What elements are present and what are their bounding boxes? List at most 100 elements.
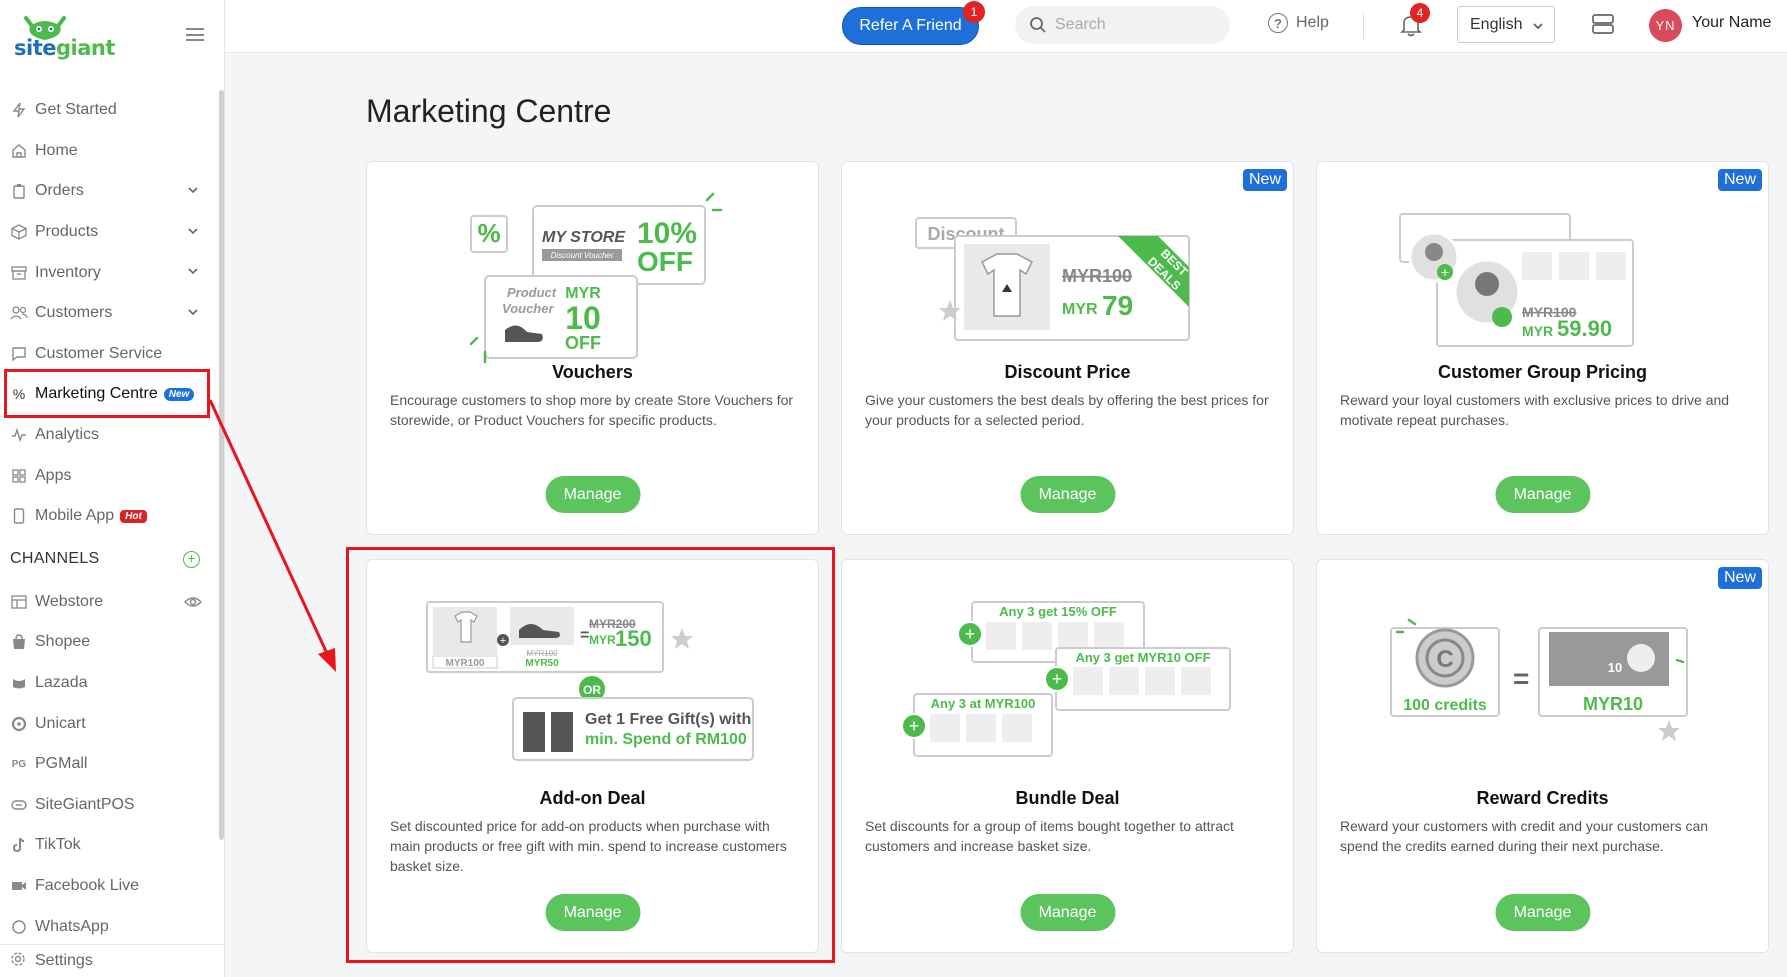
reward-credits-illustration: C 100 credits = 10 MYR10 xyxy=(1390,618,1688,741)
sidebar-item-products[interactable]: Products xyxy=(0,212,220,253)
help-icon: ? xyxy=(1268,13,1288,33)
card-title: Customer Group Pricing xyxy=(1437,362,1648,382)
channel-item-sitegiantpos[interactable]: SiteGiantPOS xyxy=(0,785,220,826)
avatar[interactable]: YN xyxy=(1649,9,1682,42)
customer-group-pricing-manage-button[interactable]: Manage xyxy=(1495,476,1590,513)
channel-item-pgmall[interactable]: PG PGMall xyxy=(0,744,220,785)
channel-item-webstore[interactable]: Webstore xyxy=(0,582,220,623)
sidebar-item-label: Customers xyxy=(35,304,113,322)
channel-item-whatsapp[interactable]: WhatsApp xyxy=(0,906,220,947)
svg-text:C: C xyxy=(1436,646,1453,673)
channel-item-label: Shopee xyxy=(35,633,91,651)
shopee-icon xyxy=(10,633,28,651)
users-icon xyxy=(10,304,28,322)
add-on-deal-manage-button[interactable]: Manage xyxy=(545,894,640,931)
svg-text:+: + xyxy=(909,716,920,736)
chevron-down-icon[interactable] xyxy=(187,265,199,277)
card-title: Vouchers xyxy=(552,362,633,382)
lazada-icon xyxy=(10,674,28,692)
svg-text:%: % xyxy=(477,218,500,248)
channel-item-label: Facebook Live xyxy=(35,876,140,894)
bolt-icon xyxy=(10,101,28,119)
addon-p1: MYR100 xyxy=(446,658,485,669)
vouchers-illustration: % MY STORE Discount Voucher 10% OFF Prod… xyxy=(469,192,723,364)
channel-item-lazada[interactable]: Lazada xyxy=(0,663,220,704)
sidebar-item-settings[interactable]: Settings xyxy=(0,944,224,977)
addon-total-new: 150 xyxy=(615,626,652,651)
box-icon xyxy=(10,223,28,241)
sidebar-item-customers[interactable]: Customers xyxy=(0,293,220,334)
menu-toggle-icon[interactable] xyxy=(186,28,204,41)
sidebar-item-home[interactable]: Home xyxy=(0,131,220,172)
notification-count-badge: 4 xyxy=(1410,3,1430,23)
tiktok-icon xyxy=(10,836,28,854)
bundle-deal-manage-button[interactable]: Manage xyxy=(1020,894,1115,931)
search-icon xyxy=(1030,17,1046,33)
clipboard-icon xyxy=(10,182,28,200)
unicart-icon xyxy=(10,715,28,733)
home-icon xyxy=(10,142,28,160)
card-bundle-deal: Any 3 get 15% OFF + Any 3 get MYR10 OFF … xyxy=(841,559,1294,953)
card-vouchers: % MY STORE Discount Voucher 10% OFF Prod… xyxy=(366,161,819,535)
refer-a-friend-button[interactable]: Refer A Friend xyxy=(842,7,979,45)
server-icon[interactable] xyxy=(1592,13,1614,35)
svg-text:+: + xyxy=(500,635,506,647)
sidebar-scrollbar[interactable] xyxy=(219,90,224,840)
language-select[interactable]: English xyxy=(1457,6,1555,43)
user-name[interactable]: Your Name xyxy=(1692,14,1771,32)
search-box xyxy=(1015,6,1230,44)
help-button[interactable]: ? Help xyxy=(1268,13,1329,33)
chevron-down-icon[interactable] xyxy=(187,184,199,196)
product-voucher-amount: 10 xyxy=(565,300,601,336)
channel-item-unicart[interactable]: Unicart xyxy=(0,703,220,744)
sidebar-item-apps[interactable]: Apps xyxy=(0,455,220,496)
add-on-deal-illustration: MYR100 + MYR100 MYR50 = MYR200 MYR 150 O… xyxy=(426,601,754,761)
reward-credits-manage-button[interactable]: Manage xyxy=(1495,894,1590,931)
voucher-off: OFF xyxy=(637,246,693,277)
eye-icon[interactable] xyxy=(184,595,202,609)
card-reward-credits: New C 100 credits = 10 MYR10 Reward Cred… xyxy=(1316,559,1769,953)
sidebar-item-inventory[interactable]: Inventory xyxy=(0,252,220,293)
sidebar-item-customer-service[interactable]: Customer Service xyxy=(0,334,220,375)
card-description: Give your customers the best deals by of… xyxy=(865,392,1269,428)
add-channel-icon[interactable]: + xyxy=(183,550,200,568)
sidebar-item-marketing-centre[interactable]: % Marketing Centre New xyxy=(0,374,220,415)
bundle-deal-illustration: Any 3 get 15% OFF + Any 3 get MYR10 OFF … xyxy=(901,601,1231,757)
vouchers-manage-button[interactable]: Manage xyxy=(545,476,640,513)
reward-myr: MYR10 xyxy=(1583,694,1643,714)
sidebar-item-mobile-app[interactable]: Mobile App Hot xyxy=(0,496,220,537)
sidebar-item-get-started[interactable]: Get Started xyxy=(0,90,220,131)
card-title: Add-on Deal xyxy=(539,788,646,808)
refer-count-badge: 1 xyxy=(963,1,985,23)
channels-heading: CHANNELS + xyxy=(0,537,220,582)
reward-note-number: 10 xyxy=(1608,660,1622,675)
channel-item-shopee[interactable]: Shopee xyxy=(0,622,220,663)
addon-p2-new: MYR50 xyxy=(525,658,559,669)
sidebar-item-label: Home xyxy=(35,141,78,159)
sidebar-item-analytics[interactable]: Analytics xyxy=(0,415,220,456)
svg-text:+: + xyxy=(1052,669,1063,689)
sidebar-item-orders[interactable]: Orders xyxy=(0,171,220,212)
channel-item-facebook-live[interactable]: Facebook Live xyxy=(0,866,220,907)
channel-item-label: SiteGiantPOS xyxy=(35,795,135,813)
sitegiant-logo[interactable]: sitegiant xyxy=(12,14,122,64)
channel-item-tiktok[interactable]: TikTok xyxy=(0,825,220,866)
chevron-down-icon[interactable] xyxy=(187,225,199,237)
chevron-down-icon xyxy=(1533,23,1543,30)
grid-icon xyxy=(10,467,28,485)
sidebar-item-label: Products xyxy=(35,223,99,241)
card-customer-group-pricing: New + MYR100 MYR 59.90 Customer Group Pr… xyxy=(1316,161,1769,535)
discount-new-amount: 79 xyxy=(1102,290,1133,321)
discount-price-manage-button[interactable]: Manage xyxy=(1020,476,1115,513)
search-input[interactable] xyxy=(1055,16,1215,34)
chevron-down-icon[interactable] xyxy=(187,306,199,318)
product-voucher-off: OFF xyxy=(565,333,601,353)
card-title: Reward Credits xyxy=(1476,788,1609,808)
bundle-line2: Any 3 get MYR10 OFF xyxy=(1075,650,1210,665)
discount-price-illustration: Discount MYR100 MYR 79 BEST DEALS xyxy=(915,217,1191,341)
sidebar-item-label: Inventory xyxy=(35,263,101,281)
sidebar-item-label: Get Started xyxy=(35,101,117,119)
reward-credits-amount: 100 credits xyxy=(1403,697,1487,714)
bundle-line3: Any 3 at MYR100 xyxy=(931,696,1036,711)
discount-old-price: MYR100 xyxy=(1062,266,1132,286)
